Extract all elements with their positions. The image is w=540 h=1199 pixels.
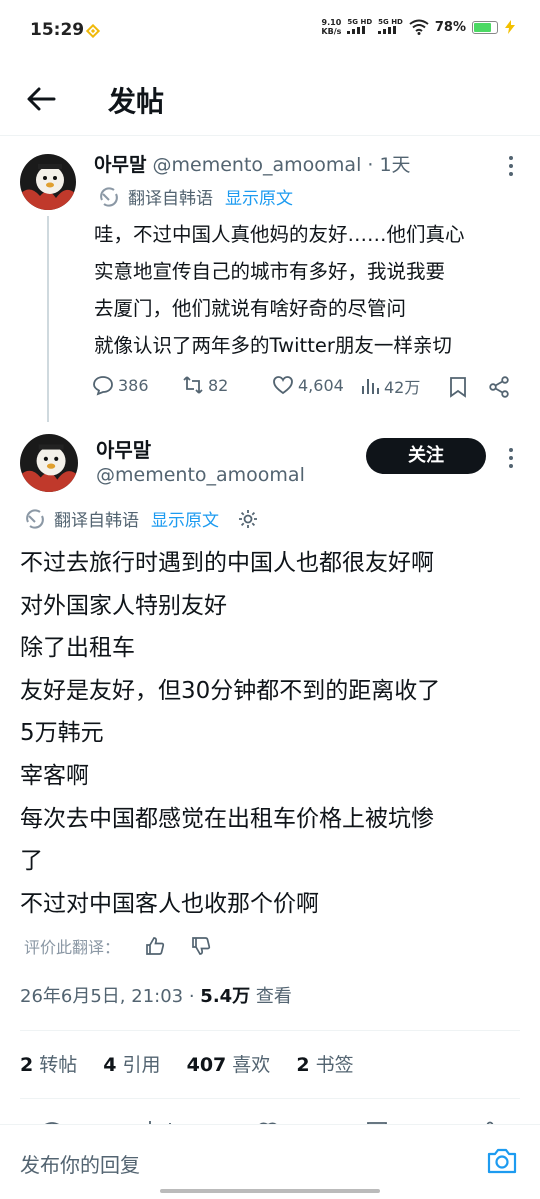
author-handle: @memento_amoomal bbox=[152, 154, 362, 176]
settings-gear-icon[interactable] bbox=[237, 508, 259, 530]
avatar-image bbox=[20, 434, 78, 492]
app-header: 发帖 bbox=[0, 64, 540, 136]
follow-button[interactable]: 关注 bbox=[366, 438, 486, 474]
network-speed: 9.10 KB/s bbox=[321, 18, 342, 36]
avatar[interactable] bbox=[20, 154, 76, 210]
translated-from-label: 翻译自韩语 bbox=[54, 511, 139, 531]
action-bar-peek bbox=[0, 1112, 540, 1124]
camera-icon[interactable] bbox=[486, 1145, 518, 1177]
home-indicator bbox=[160, 1189, 380, 1193]
translate-icon bbox=[100, 186, 118, 207]
tweet-timestamp: 26年6月5日, 21:03 · bbox=[20, 986, 201, 1007]
views-label: 查看 bbox=[250, 986, 292, 1007]
avatar[interactable] bbox=[20, 434, 78, 492]
reply-input[interactable]: 发布你的回复 bbox=[20, 1149, 140, 1178]
thumbs-up-icon[interactable] bbox=[144, 935, 166, 957]
battery-icon bbox=[472, 20, 498, 34]
bookmark-icon[interactable] bbox=[448, 376, 468, 398]
rate-translation-label: 评价此翻译： bbox=[24, 938, 121, 957]
quotes-stat[interactable]: 4 引用 bbox=[103, 1054, 160, 1076]
translation-notice: 翻译自韩语 显示原文 bbox=[98, 184, 293, 209]
tweet-time: · 1天 bbox=[367, 154, 411, 176]
status-bar: 15:29 9.10 KB/s 5G HD 5G HD 78% bbox=[0, 0, 540, 64]
translation-notice: 翻译自韩语 显示原文 bbox=[24, 506, 259, 531]
reply-button[interactable]: 386 bbox=[92, 374, 149, 396]
divider bbox=[20, 1030, 520, 1031]
engagement-stats: 2 转帖 4 引用 407 喜欢 2 书签 bbox=[20, 1050, 354, 1077]
binance-icon bbox=[86, 24, 100, 38]
author-name[interactable]: 아무말 bbox=[96, 434, 151, 463]
rate-translation: 评价此翻译： bbox=[24, 934, 212, 958]
status-icons: 9.10 KB/s 5G HD 5G HD 78% bbox=[321, 18, 516, 36]
back-arrow-icon[interactable] bbox=[24, 82, 58, 116]
like-button[interactable]: 4,604 bbox=[272, 374, 344, 396]
translated-from-label: 翻译自韩语 bbox=[128, 189, 213, 209]
views-count: 5.4万 bbox=[200, 986, 251, 1007]
more-options-icon[interactable] bbox=[508, 156, 514, 178]
tweet-text: 不过去旅行时遇到的中国人也都很友好啊 对外国家人特别友好 除了出租车 友好是友好… bbox=[20, 550, 441, 917]
signal-icon-2: 5G HD bbox=[378, 18, 403, 36]
charging-icon bbox=[505, 20, 515, 34]
battery-percent: 78% bbox=[434, 19, 466, 35]
page-title: 发帖 bbox=[108, 85, 165, 118]
retweet-button[interactable]: 82 bbox=[182, 374, 228, 396]
tweet-text: 哇，不过中国人真他妈的友好……他们真心 实意地宣传自己的城市有多好，我说我要 去… bbox=[94, 223, 465, 357]
reply-icon bbox=[93, 376, 113, 396]
thread-connector bbox=[47, 216, 49, 422]
retweets-stat[interactable]: 2 转帖 bbox=[20, 1054, 77, 1076]
reply-bar: 发布你的回复 bbox=[0, 1124, 540, 1199]
translate-icon bbox=[26, 508, 44, 529]
avatar-image bbox=[20, 154, 76, 210]
views-button[interactable]: 42万 bbox=[360, 374, 420, 398]
retweet-icon bbox=[183, 376, 203, 394]
show-original-link[interactable]: 显示原文 bbox=[151, 506, 219, 531]
wifi-icon bbox=[409, 19, 429, 35]
likes-stat[interactable]: 407 喜欢 bbox=[187, 1054, 271, 1076]
show-original-link[interactable]: 显示原文 bbox=[225, 184, 293, 209]
bookmarks-stat[interactable]: 2 书签 bbox=[296, 1054, 353, 1076]
heart-icon bbox=[273, 376, 293, 395]
views-icon bbox=[362, 379, 379, 394]
thumbs-down-icon[interactable] bbox=[190, 935, 212, 957]
author-handle[interactable]: @memento_amoomal bbox=[96, 464, 305, 486]
tweet-author[interactable]: 아무말 @memento_amoomal · 1天 bbox=[94, 150, 411, 177]
tweet-meta: 26年6月5日, 21:03 · 5.4万 查看 bbox=[20, 982, 292, 1008]
tweet-actions: 386 82 4,604 42万 bbox=[92, 374, 522, 404]
share-icon[interactable] bbox=[488, 376, 510, 398]
signal-icon-1: 5G HD bbox=[347, 18, 372, 36]
more-options-icon[interactable] bbox=[508, 448, 514, 470]
status-time: 15:29 bbox=[30, 20, 85, 40]
divider bbox=[20, 1098, 520, 1099]
author-name[interactable]: 아무말 bbox=[94, 154, 146, 176]
